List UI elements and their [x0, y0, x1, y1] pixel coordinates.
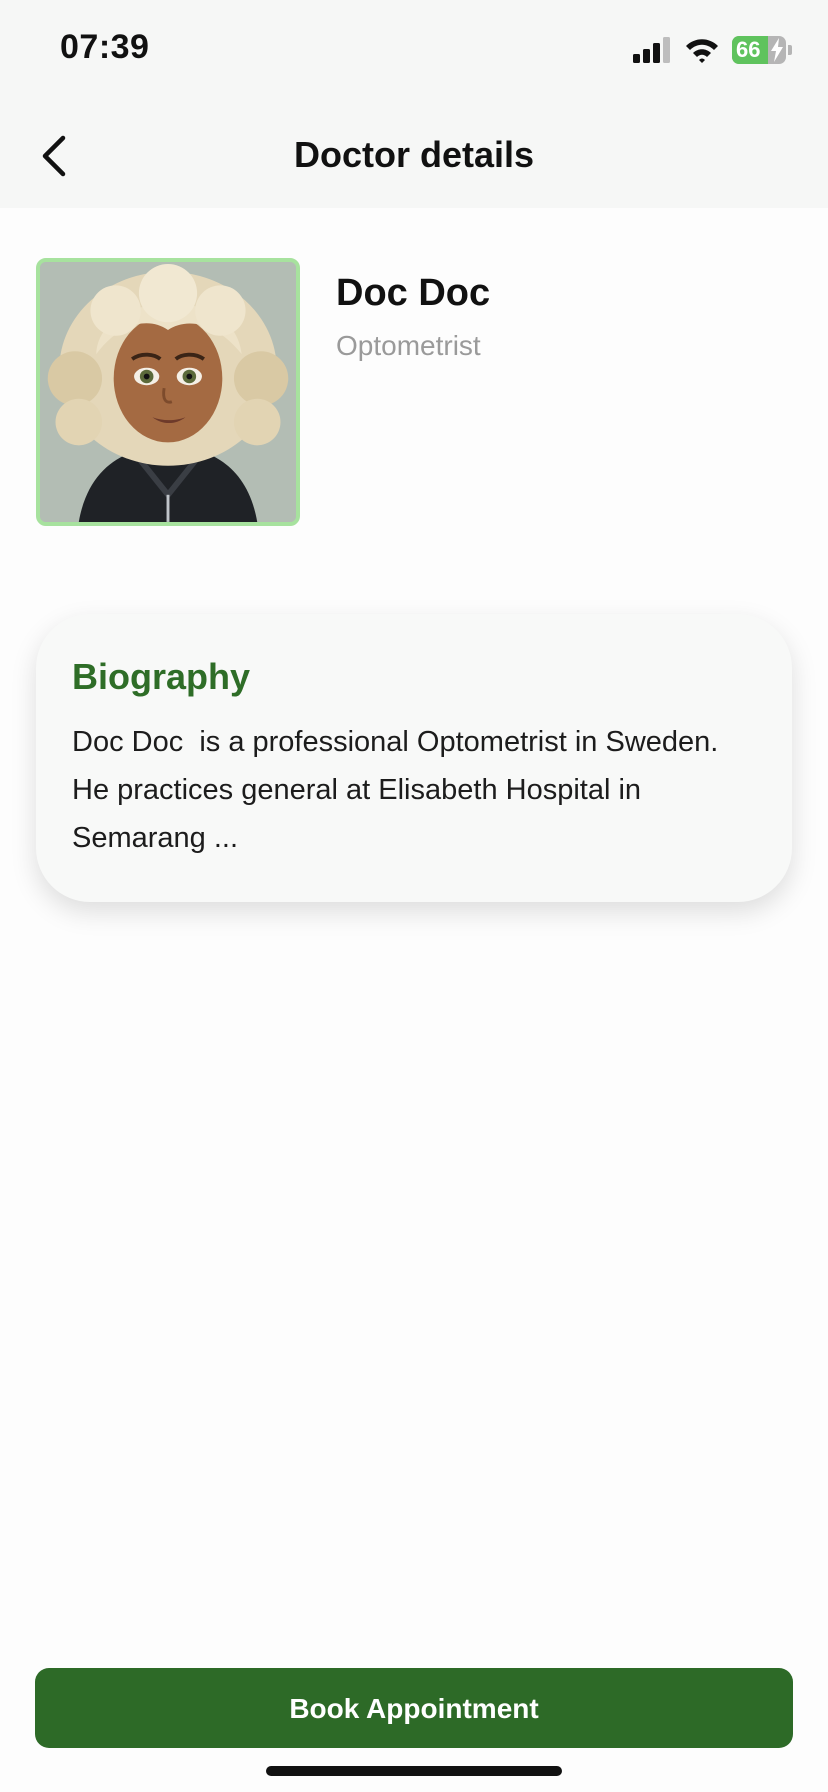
book-appointment-button[interactable]: Book Appointment	[35, 1668, 793, 1748]
battery-icon: 66	[732, 36, 786, 64]
doctor-profile: Doc Doc Optometrist	[36, 258, 796, 528]
battery-cap	[788, 45, 792, 55]
signal-icon	[633, 37, 670, 63]
biography-text: Doc Doc is a professional Optometrist in…	[72, 726, 727, 854]
doctor-specialty: Optometrist	[336, 330, 481, 361]
status-time: 07:39	[60, 28, 150, 66]
avatar-illustration	[40, 262, 296, 522]
status-icons: 66	[632, 34, 792, 66]
home-indicator	[266, 1766, 562, 1776]
charging-bolt-icon	[771, 38, 783, 62]
page-title: Doctor details	[293, 134, 535, 175]
nav-header: Doctor details	[0, 100, 828, 208]
doctor-details-screen: 07:39 66 Doctor details Doc Doc Optometr…	[0, 0, 828, 1792]
status-bar: 07:39 66	[0, 0, 828, 100]
doctor-name: Doc Doc	[336, 272, 491, 314]
biography-title: Biography	[72, 656, 251, 697]
biography-card: Biography Doc Doc is a professional Opto…	[36, 614, 792, 902]
wifi-icon	[686, 39, 718, 63]
doctor-avatar	[36, 258, 300, 526]
